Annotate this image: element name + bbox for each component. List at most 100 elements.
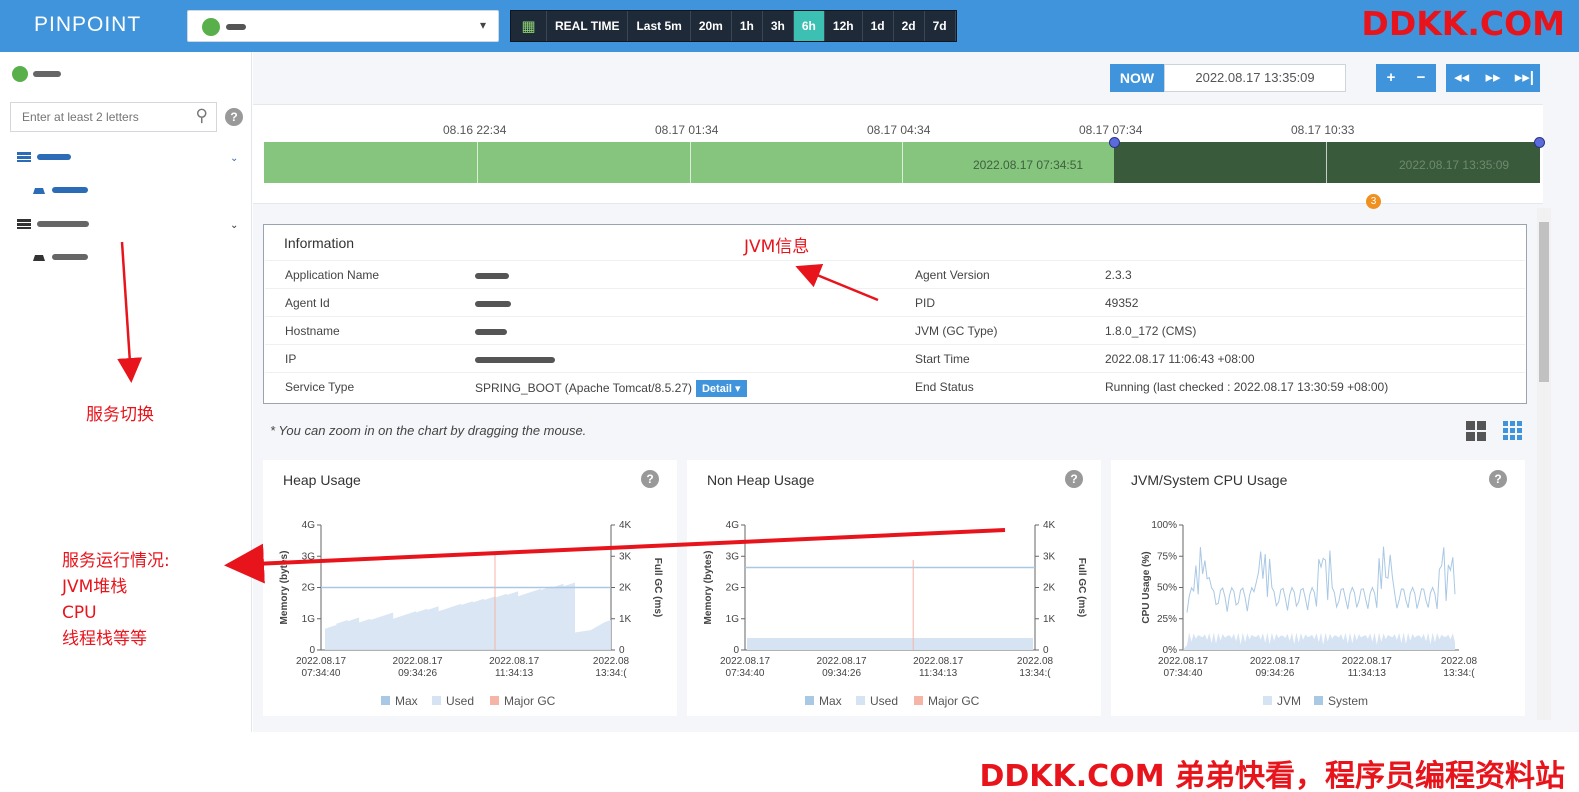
y-tick-label: 4G — [726, 520, 740, 531]
timeline-tick-label: 08.17 10:33 — [1291, 123, 1355, 137]
info-key: IP — [285, 352, 297, 366]
redacted-app-name — [33, 71, 61, 77]
move-back-icon[interactable]: ◂◂ — [1446, 64, 1477, 92]
x-tick-label: 09:34:26 — [822, 668, 861, 679]
timeline-navigator[interactable]: 2022.08.17 07:34:51 2022.08.17 13:35:09 … — [253, 104, 1545, 204]
annotation-service-status: 服务运行情况: JVM堆栈 CPU 线程栈等等 — [62, 548, 170, 652]
calendar-icon[interactable]: ▦ — [511, 11, 547, 41]
x-tick-label: 2022.08.17 — [817, 656, 867, 667]
info-key: Hostname — [285, 324, 340, 338]
agent-search-input[interactable] — [22, 103, 182, 131]
x-tick-label: 07:34:40 — [726, 668, 765, 679]
y-tick-label: 1K — [1043, 614, 1056, 625]
legend-label: Max — [819, 694, 842, 708]
event-count-badge[interactable]: 3 — [1366, 194, 1381, 209]
zoom-out-button[interactable]: − — [1406, 64, 1436, 92]
spring-boot-icon — [202, 18, 220, 36]
legend-label: Major GC — [928, 694, 980, 708]
chart-plot: 100%75%50%25%0%CPU Usage (%)2022.08.1707… — [1141, 520, 1478, 708]
time-range-6h[interactable]: 6h — [793, 11, 825, 41]
now-button[interactable]: NOW — [1110, 64, 1164, 92]
pinpoint-logo[interactable]: PINPOINT — [34, 13, 141, 37]
info-value — [475, 268, 509, 282]
legend-swatch — [1263, 696, 1272, 705]
zoom-in-button[interactable]: + — [1376, 64, 1406, 92]
zoom-controls: + − — [1376, 64, 1436, 92]
scrollbar-thumb[interactable] — [1539, 222, 1549, 382]
selection-end-handle[interactable] — [1534, 137, 1545, 148]
chevron-down-icon[interactable]: ⌄ — [230, 153, 238, 164]
agent-item-2[interactable] — [32, 252, 88, 262]
info-row: Service Type SPRING_BOOT (Apache Tomcat/8… — [265, 372, 1525, 400]
redacted-agent-name — [52, 254, 88, 260]
x-tick-label: 09:34:26 — [398, 668, 437, 679]
time-range-real-time[interactable]: REAL TIME — [547, 11, 629, 41]
y-tick-label: 0 — [619, 645, 625, 656]
info-key: JVM (GC Type) — [915, 324, 998, 338]
y-tick-label: 0 — [309, 645, 315, 656]
cpu-usage-chart[interactable]: JVM/System CPU Usage ? 100% 75% 50% 25% 0% CP… — [1111, 460, 1525, 716]
current-time-field[interactable]: 2022.08.17 13:35:09 — [1164, 64, 1346, 92]
info-key: End Status — [915, 380, 974, 394]
host-group-2[interactable] — [17, 219, 89, 229]
info-value: 49352 — [1105, 296, 1139, 310]
x-tick-label: 13:34:( — [595, 668, 627, 679]
detail-button[interactable]: Detail ▾ — [695, 380, 747, 397]
info-value — [475, 296, 511, 310]
agent-search-box: ⚲ — [10, 102, 217, 132]
x-tick-label: 11:34:13 — [919, 668, 958, 679]
timeline-tick-label: 08.17 04:34 — [867, 123, 931, 137]
redacted-agent-name — [52, 187, 88, 193]
redacted-value — [475, 272, 509, 279]
agent-icon — [33, 188, 45, 194]
y-tick-label: 2K — [619, 583, 632, 594]
move-forward-icon[interactable]: ▸▸ — [1477, 64, 1508, 92]
time-range-2d[interactable]: 2d — [894, 11, 925, 41]
grid-2x2-icon[interactable] — [1466, 421, 1486, 441]
x-tick-label: 2022.08.17 — [296, 656, 346, 667]
bottom-watermark: DDKK.COM 弟弟快看，程序员编程资料站 — [979, 759, 1565, 792]
y-tick-label: 4K — [1043, 520, 1056, 531]
x-tick-label: 2022.08.17 — [1342, 656, 1392, 667]
info-value — [475, 324, 507, 338]
info-key: Service Type — [285, 380, 355, 394]
non-heap-usage-chart[interactable]: Non Heap Usage ? 4G 3G 2G 1G 0 Memory (bytes)… — [687, 460, 1101, 716]
heap-usage-chart[interactable]: Heap Usage ? 4G 3G 2G 1G 0 Memory (bytes) 4K 3K… — [263, 460, 677, 716]
agent-icon — [33, 255, 45, 261]
chevron-down-icon[interactable]: ⌄ — [230, 220, 238, 231]
redacted-value — [475, 356, 555, 363]
time-range-last-5m[interactable]: Last 5m — [628, 11, 691, 41]
search-icon[interactable]: ⚲ — [196, 106, 208, 126]
y-tick-label: 3K — [1043, 551, 1056, 562]
time-range-20m[interactable]: 20m — [691, 11, 732, 41]
info-value: 1.8.0_172 (CMS) — [1105, 324, 1197, 338]
time-range-1d[interactable]: 1d — [863, 11, 894, 41]
agent-item-1[interactable] — [32, 185, 88, 195]
legend-swatch — [856, 696, 865, 705]
server-icon — [17, 152, 31, 162]
x-tick-label: 2022.08.17 — [913, 656, 963, 667]
vertical-scrollbar[interactable] — [1537, 208, 1551, 720]
y-tick-label: 3G — [726, 551, 740, 562]
info-value: SPRING_BOOT (Apache Tomcat/8.5.27) Detail… — [475, 380, 747, 397]
help-icon[interactable]: ? — [225, 108, 243, 126]
legend-swatch — [432, 696, 441, 705]
time-range-3h[interactable]: 3h — [763, 11, 794, 41]
time-range-12h[interactable]: 12h — [825, 11, 863, 41]
application-selector[interactable]: ▾ — [187, 10, 499, 42]
move-controls: ◂◂ ▸▸ ▸▸| — [1446, 64, 1540, 92]
host-group-1[interactable] — [17, 152, 71, 162]
move-to-end-icon[interactable]: ▸▸| — [1509, 64, 1540, 92]
time-range-7d[interactable]: 7d — [925, 11, 956, 41]
y-tick-label: 0 — [1043, 645, 1049, 656]
brand-watermark: DDKK.COM — [1361, 4, 1565, 43]
chart-plot: 4G 3G 2G 1G 0 Memory (bytes) 4K 3K 2K 1K 0 Full GC … — [703, 520, 1087, 708]
info-value — [475, 352, 555, 366]
x-tick-label: 11:34:13 — [1348, 668, 1387, 679]
selection-start-handle[interactable] — [1109, 137, 1120, 148]
grid-3x3-icon[interactable] — [1503, 421, 1523, 441]
zoom-hint: * You can zoom in on the chart by draggi… — [270, 423, 587, 438]
time-range-1h[interactable]: 1h — [732, 11, 763, 41]
logo-text: PINPOINT — [34, 13, 142, 36]
y-tick-label: 1K — [619, 614, 632, 625]
